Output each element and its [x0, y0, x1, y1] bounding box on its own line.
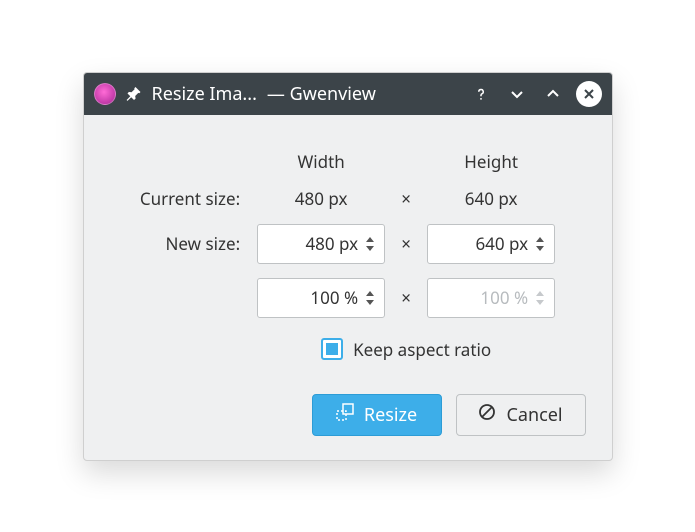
spin-arrows-icon[interactable]	[534, 236, 546, 252]
current-height: 640 px	[426, 186, 556, 211]
spin-arrows-icon[interactable]	[364, 290, 376, 306]
keep-aspect-checkbox[interactable]	[321, 338, 343, 360]
app-icon	[94, 83, 116, 105]
spin-arrows-icon	[534, 290, 546, 306]
header-height: Height	[426, 149, 556, 174]
window-title-right: — Gwenview	[267, 82, 376, 106]
window-title-left: Resize Ima...	[152, 82, 257, 106]
label-new-size: New size:	[139, 223, 248, 265]
dialog-content: Width Height Current size: 480 px × 640 …	[84, 115, 612, 460]
cancel-button-label: Cancel	[506, 403, 562, 427]
separator-icon: ×	[394, 277, 418, 319]
close-button[interactable]	[576, 81, 602, 107]
new-width-stepper[interactable]: 480 px	[257, 224, 385, 264]
label-current-size: Current size:	[139, 186, 248, 211]
minimize-button[interactable]	[504, 81, 530, 107]
percent-width-stepper[interactable]: 100 %	[257, 278, 385, 318]
separator-icon: ×	[394, 223, 418, 265]
transform-scale-icon	[336, 403, 354, 427]
new-width-value: 480 px	[268, 232, 364, 255]
new-height-value: 640 px	[438, 232, 534, 255]
percent-height-stepper: 100 %	[427, 278, 555, 318]
pin-icon[interactable]	[126, 86, 142, 102]
keep-aspect-label: Keep aspect ratio	[353, 338, 491, 361]
current-width: 480 px	[256, 186, 386, 211]
resize-image-dialog: Resize Ima... — Gwenview Width Height Cu…	[83, 72, 613, 461]
maximize-button[interactable]	[540, 81, 566, 107]
cancel-icon	[478, 403, 496, 427]
percent-width-value: 100 %	[268, 286, 364, 309]
spin-arrows-icon[interactable]	[364, 236, 376, 252]
separator-icon: ×	[394, 186, 418, 211]
titlebar[interactable]: Resize Ima... — Gwenview	[84, 73, 612, 115]
new-height-stepper[interactable]: 640 px	[427, 224, 555, 264]
header-width: Width	[256, 149, 386, 174]
percent-height-value: 100 %	[438, 286, 534, 309]
cancel-button[interactable]: Cancel	[456, 394, 586, 436]
button-row: Resize Cancel	[110, 394, 586, 436]
help-button[interactable]	[468, 81, 494, 107]
resize-button-label: Resize	[364, 403, 417, 427]
resize-button[interactable]: Resize	[312, 394, 442, 436]
